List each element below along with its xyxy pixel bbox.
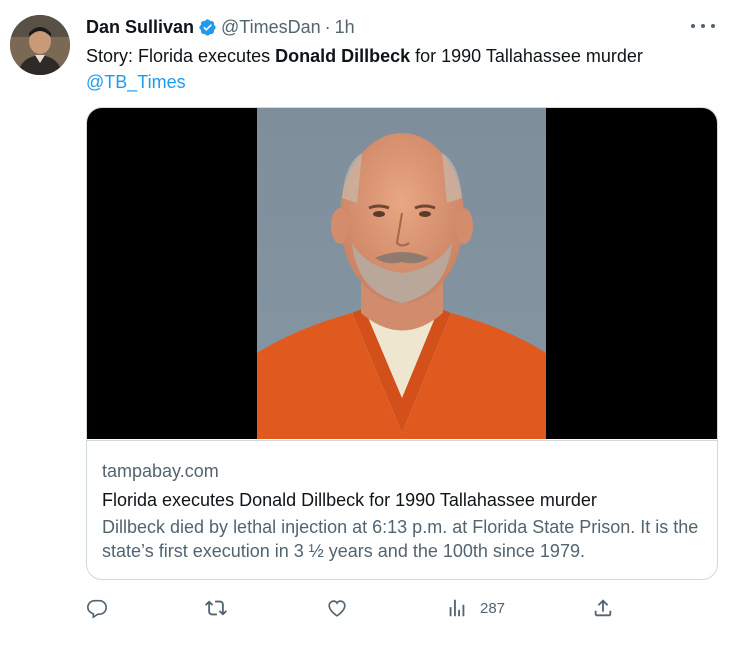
link-card[interactable]: tampabay.com Florida executes Donald Dil… [86,107,718,580]
more-dot-icon [691,24,695,28]
card-image[interactable] [87,108,717,439]
card-title: Florida executes Donald Dillbeck for 199… [102,490,597,510]
card-photo [257,108,546,439]
tweet-text: Story: Florida executes Donald Dillbeck … [86,43,726,95]
share-button[interactable] [592,596,614,620]
views-button[interactable]: 287 [446,596,505,620]
timestamp[interactable]: 1h [335,17,355,38]
more-dot-icon [701,24,705,28]
author-name[interactable]: Dan Sullivan [86,17,194,38]
more-options-button[interactable] [691,16,715,36]
author-handle[interactable]: @TimesDan [221,17,321,38]
avatar[interactable] [10,15,70,75]
separator-dot: · [324,16,331,37]
share-icon [594,599,612,617]
retweet-button[interactable] [205,596,227,620]
views-icon [449,599,465,617]
action-bar: 287 [86,596,626,620]
reply-button[interactable] [86,596,108,620]
card-body[interactable]: tampabay.com Florida executes Donald Dil… [87,440,717,579]
verified-badge-icon[interactable] [198,18,217,37]
views-count: 287 [480,599,506,617]
tweet[interactable]: Dan Sullivan @TimesDan · 1h Story: Flori… [0,0,741,647]
tweet-text-prefix: Story: Florida executes [86,46,276,66]
tweet-header: Dan Sullivan @TimesDan · 1h [86,15,355,39]
card-domain: tampabay.com [102,461,219,481]
tweet-text-suffix: for 1990 Tallahassee murder [410,46,643,66]
heart-icon [328,600,346,617]
card-description: Dillbeck died by lethal injection at 6:1… [102,517,699,561]
like-button[interactable] [326,596,348,620]
mention-link[interactable]: @TB_Times [86,72,186,92]
reply-icon [87,599,107,619]
tweet-text-bold: Donald Dillbeck [275,46,411,66]
retweet-icon [205,600,227,616]
more-dot-icon [711,24,715,28]
avatar-image [10,15,70,75]
